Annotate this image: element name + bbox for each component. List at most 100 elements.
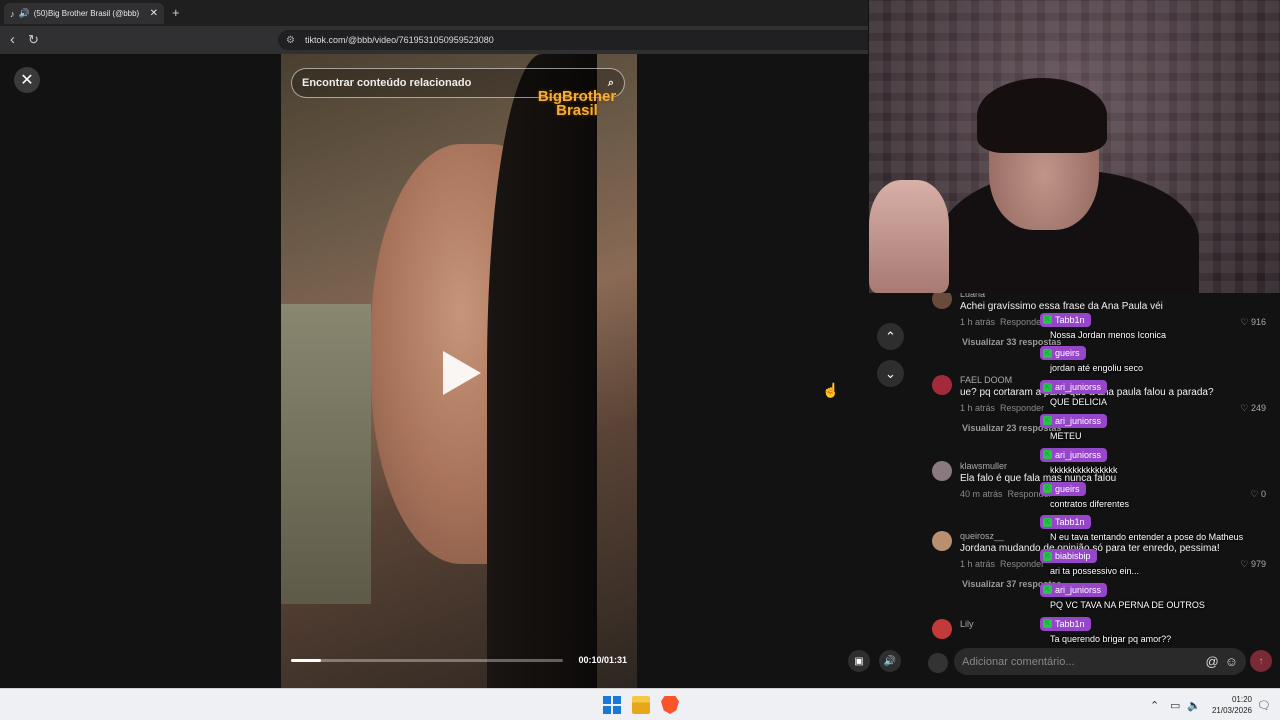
brave-browser-icon[interactable] bbox=[661, 696, 679, 714]
badge-icon: K bbox=[1043, 517, 1052, 527]
speaker-icon[interactable]: 🔈 bbox=[1187, 699, 1201, 712]
chat-message: Kari_juniorss PQ VC TAVA NA PERNA DE OUTR… bbox=[1040, 578, 1280, 610]
bbb-logo: BigBrother Brasil bbox=[537, 88, 617, 119]
comment-username[interactable]: Lily bbox=[960, 619, 974, 629]
chat-username-text: gueirs bbox=[1055, 348, 1080, 359]
comment-username[interactable]: Luana bbox=[960, 293, 985, 299]
chat-text: Nossa Jordan menos Iconica bbox=[1050, 329, 1167, 340]
chat-text: contratos diferentes bbox=[1050, 498, 1130, 509]
speaker-icon[interactable]: 🔊 bbox=[19, 8, 30, 19]
video-frame-hair bbox=[487, 54, 597, 688]
reply-button[interactable]: Responder bbox=[1000, 403, 1044, 413]
network-icon[interactable]: ▭ bbox=[1170, 699, 1180, 712]
chat-username: Kari_juniorss bbox=[1040, 447, 1108, 462]
video-player[interactable]: Encontrar conteúdo relacionado ⌕ BigBrot… bbox=[281, 54, 637, 688]
chat-username: Kari_juniorss bbox=[1040, 413, 1108, 428]
badge-icon: K bbox=[1043, 382, 1052, 392]
back-icon[interactable]: ‹ bbox=[10, 31, 15, 48]
stream-chat-overlay: K Tabb1n Nossa Jordan menos Iconica Kgueirs… bbox=[1040, 300, 1280, 650]
system-clock[interactable]: 01:20 21/03/2026 bbox=[1206, 694, 1252, 716]
next-video-button[interactable]: ⌄ bbox=[877, 360, 904, 387]
streamer-hair bbox=[977, 78, 1107, 153]
tiktok-icon: ♪ bbox=[10, 8, 15, 19]
avatar[interactable] bbox=[932, 619, 952, 639]
mention-icon[interactable]: @ bbox=[1206, 654, 1219, 669]
badge-icon: K bbox=[1043, 585, 1052, 595]
badge-icon: K bbox=[1043, 315, 1052, 324]
chat-message: Kgueirs jordan até engoliu seco bbox=[1040, 342, 1280, 374]
chat-text: QUE DELICIA bbox=[1050, 397, 1108, 408]
emoji-icon[interactable]: ☺ bbox=[1225, 654, 1238, 669]
chat-username: Kari_juniorss bbox=[1040, 380, 1108, 395]
avatar[interactable] bbox=[932, 375, 952, 395]
close-tab-icon[interactable]: ✕ bbox=[150, 8, 158, 19]
comment-input-bar: Adicionar comentário... @ ☺ ↑ bbox=[918, 645, 1280, 688]
notification-icon[interactable]: 🗨 bbox=[1257, 699, 1271, 712]
browser-toolbar: ‹ ↻ ⚙ tiktok.com/@bbb/video/761953105095… bbox=[0, 26, 868, 54]
comment-meta: 40 m atrás Responder bbox=[960, 489, 1052, 499]
send-button[interactable]: ↑ bbox=[1250, 650, 1272, 672]
close-icon[interactable]: ✕ bbox=[14, 67, 40, 93]
taskbar: ⌃ ▭ 🔈 01:20 21/03/2026 🗨 bbox=[0, 688, 1280, 720]
chat-message: Kari_juniorss QUE DELICIA bbox=[1040, 376, 1280, 408]
chat-text: Ta querendo brigar pq amor?? bbox=[1050, 633, 1172, 644]
chat-message: K Tabb1n Nossa Jordan menos Iconica bbox=[1040, 308, 1280, 340]
chat-message: Kari_juniorss kkkkkkkkkkkkkkk bbox=[1040, 443, 1280, 475]
comment-time: 1 h atrás bbox=[960, 317, 996, 327]
mouse-cursor-icon: ☝ bbox=[822, 382, 840, 398]
comment-time: 40 m atrás bbox=[960, 489, 1003, 499]
badge-icon: K bbox=[1043, 416, 1052, 426]
avatar bbox=[928, 653, 948, 673]
badge-icon: K bbox=[1043, 484, 1052, 493]
comment-placeholder: Adicionar comentário... bbox=[962, 655, 1075, 668]
chat-text: kkkkkkkkkkkkkkk bbox=[1050, 464, 1118, 475]
chat-username: Kgueirs bbox=[1040, 481, 1086, 496]
badge-icon: K bbox=[1043, 348, 1052, 358]
avatar[interactable] bbox=[932, 293, 952, 309]
chat-message: K Tabb1n Ta querendo brigar pq amor?? bbox=[1040, 612, 1280, 644]
video-viewer: ✕ Encontrar conteúdo relacionado ⌕ BigBr… bbox=[0, 54, 918, 688]
previous-video-button[interactable]: ⌃ bbox=[877, 323, 904, 350]
badge-icon: K bbox=[1043, 450, 1052, 460]
avatar[interactable] bbox=[932, 531, 952, 551]
video-progress-bar[interactable] bbox=[291, 659, 563, 662]
streamer-hand bbox=[869, 180, 949, 293]
comment-field[interactable]: Adicionar comentário... @ ☺ bbox=[954, 648, 1246, 675]
pip-icon[interactable]: ▣ bbox=[848, 650, 870, 672]
play-icon[interactable] bbox=[443, 351, 481, 395]
site-settings-icon[interactable]: ⚙ bbox=[286, 35, 295, 46]
chat-username: Kbiabisbip bbox=[1040, 549, 1097, 564]
reply-button[interactable]: Responder bbox=[1000, 317, 1044, 327]
windows-start-icon[interactable] bbox=[603, 696, 621, 714]
badge-icon: K bbox=[1043, 551, 1052, 561]
comment-username[interactable]: klawsmuller bbox=[960, 461, 1007, 471]
clock-time: 01:20 bbox=[1231, 695, 1252, 704]
chat-username: K Tabb1n bbox=[1040, 515, 1091, 530]
chat-username-text: ari_juniorss bbox=[1055, 449, 1102, 460]
chat-text: jordan até engoliu seco bbox=[1050, 363, 1144, 374]
new-tab-button[interactable]: + bbox=[172, 5, 180, 20]
chat-text: METEU bbox=[1050, 430, 1082, 441]
file-explorer-icon[interactable] bbox=[632, 696, 650, 714]
chat-username-text: Tabb1n bbox=[1055, 618, 1085, 629]
comment-username[interactable]: queirosz__ bbox=[960, 531, 1004, 541]
comment-meta: 1 h atrás Responder bbox=[960, 403, 1044, 413]
tab-title: (50)Big Brother Brasil (@bbb) bbox=[33, 9, 140, 18]
comment-time: 1 h atrás bbox=[960, 559, 996, 569]
reload-icon[interactable]: ↻ bbox=[28, 32, 39, 48]
browser-tab[interactable]: ♪ 🔊 (50)Big Brother Brasil (@bbb) ✕ bbox=[4, 3, 164, 24]
reply-button[interactable]: Responder bbox=[1000, 559, 1044, 569]
comment-username[interactable]: FAEL DOOM bbox=[960, 375, 1012, 385]
chat-text: N eu tava tentando entender a pose do Ma… bbox=[1050, 532, 1244, 543]
chat-username-text: ari_juniorss bbox=[1055, 382, 1102, 393]
chat-text: ari ta possessivo ein... bbox=[1050, 566, 1140, 577]
tray-chevron-icon[interactable]: ⌃ bbox=[1150, 699, 1159, 712]
video-background bbox=[281, 304, 371, 604]
webcam-overlay bbox=[869, 0, 1280, 293]
volume-icon[interactable]: 🔊 bbox=[879, 650, 901, 672]
address-bar[interactable]: ⚙ tiktok.com/@bbb/video/7619531050959523… bbox=[278, 30, 868, 50]
avatar[interactable] bbox=[932, 461, 952, 481]
chat-username: Kari_juniorss bbox=[1040, 582, 1108, 597]
comment-time: 1 h atrás bbox=[960, 403, 996, 413]
chat-username: Kgueirs bbox=[1040, 346, 1086, 361]
